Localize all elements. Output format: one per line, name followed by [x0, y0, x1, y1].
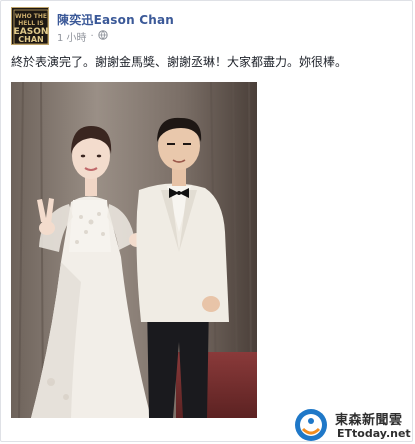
photo-illustration	[11, 82, 257, 418]
post-timestamp[interactable]: 1 小時	[57, 29, 87, 44]
ettoday-logo-icon	[295, 409, 327, 441]
author-avatar[interactable]: WHO THE HELL IS EASON CHAN	[11, 7, 49, 45]
post-photo[interactable]	[11, 82, 257, 418]
watermark-domain-text: ETtoday.net	[337, 427, 411, 440]
post-meta: 1 小時 ·	[57, 29, 108, 44]
author-name-link[interactable]: 陳奕迅Eason Chan	[57, 11, 174, 28]
avatar-line-2: HELL IS	[18, 20, 43, 27]
post-message: 終於表演完了。謝謝金馬獎、謝謝丞琳！大家都盡力。妳很棒。	[11, 55, 348, 69]
watermark-chinese-text: 東森新聞雲	[335, 413, 403, 428]
facebook-post-card: WHO THE HELL IS EASON CHAN 陳奕迅Eason Chan…	[0, 0, 413, 442]
meta-separator: ·	[90, 30, 94, 42]
globe-icon[interactable]	[98, 29, 108, 43]
post-header: WHO THE HELL IS EASON CHAN 陳奕迅Eason Chan…	[11, 7, 406, 47]
avatar-logo: WHO THE HELL IS EASON CHAN	[12, 8, 48, 44]
avatar-line-4: CHAN	[18, 35, 43, 44]
avatar-line-1: WHO THE	[15, 13, 47, 20]
ettoday-watermark: 東森新聞雲 ETtoday.net	[293, 405, 413, 443]
